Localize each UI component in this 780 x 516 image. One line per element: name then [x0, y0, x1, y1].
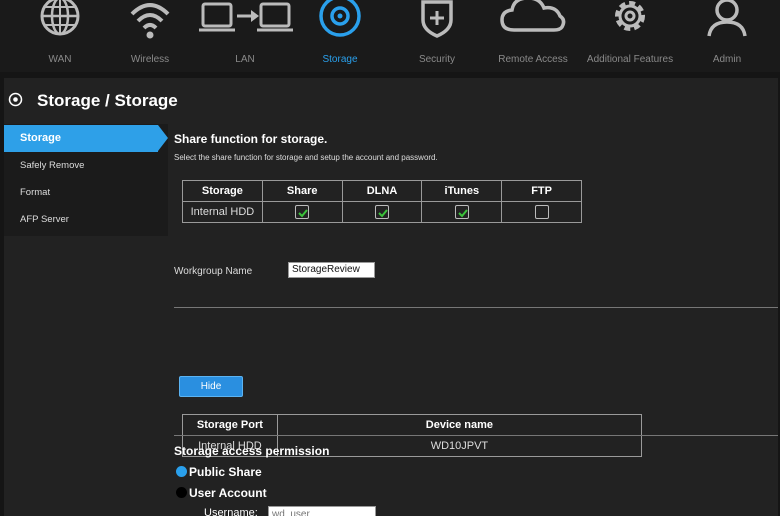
- nav-label: Security: [418, 54, 456, 65]
- nav-label: Storage: [322, 54, 358, 65]
- public-share-option[interactable]: Public Share: [176, 465, 262, 479]
- nav-item-lan[interactable]: LAN: [197, 0, 293, 72]
- dlna-checkbox[interactable]: [375, 205, 389, 219]
- ftp-checkbox[interactable]: [534, 205, 549, 219]
- nav-label: LAN: [235, 54, 255, 65]
- nav-label: WAN: [48, 54, 72, 65]
- column-header: Device name: [276, 414, 643, 436]
- storage-icon: [319, 0, 361, 37]
- share-table: Storage Share DLNA iTunes FTP Internal H…: [182, 180, 582, 223]
- share-heading: Share function for storage.: [174, 132, 328, 146]
- radio-selected-icon: [176, 466, 187, 477]
- workgroup-label: Workgroup Name: [174, 266, 253, 277]
- table-row: Internal HDD: [182, 201, 582, 223]
- ftp-cell: [501, 201, 582, 223]
- nav-label: Additional Features: [586, 54, 674, 65]
- shield-icon: [421, 0, 453, 38]
- share-cell: [261, 201, 343, 223]
- access-heading: Storage access permission: [174, 444, 330, 458]
- check-icon: [458, 209, 468, 218]
- table-header-row: Storage Port Device name: [182, 414, 643, 436]
- cloud-icon: [500, 0, 566, 32]
- page-header: Storage / Storage: [4, 78, 778, 124]
- itunes-cell: [421, 201, 503, 223]
- radio-unselected-icon: [176, 487, 187, 498]
- column-header: iTunes: [421, 180, 503, 202]
- side-item-afp-server[interactable]: AFP Server: [4, 206, 168, 233]
- side-item-safely-remove[interactable]: Safely Remove: [4, 152, 168, 179]
- hide-button[interactable]: Hide: [179, 376, 243, 397]
- page-title: Storage / Storage: [37, 91, 178, 110]
- username-input[interactable]: [268, 506, 376, 516]
- side-menu: Storage Safely Remove Format AFP Server: [4, 124, 168, 236]
- public-share-label: Public Share: [189, 465, 262, 479]
- share-checkbox[interactable]: [295, 205, 310, 219]
- nav-label: Wireless: [130, 54, 170, 65]
- check-icon: [298, 209, 308, 218]
- column-header: FTP: [501, 180, 582, 202]
- username-label: Username:: [204, 507, 258, 516]
- user-account-label: User Account: [189, 486, 267, 500]
- share-description: Select the share function for storage an…: [174, 153, 438, 162]
- storage-icon: [8, 92, 23, 107]
- globe-icon: [40, 0, 80, 36]
- gear-icon: [615, 1, 645, 31]
- itunes-checkbox[interactable]: [454, 205, 469, 219]
- top-navigation: WAN Wireless LAN Storage Security Remote…: [0, 0, 780, 72]
- main-panel: Storage / Storage Storage Safely Remove …: [4, 78, 778, 516]
- nav-item-wan[interactable]: WAN: [12, 0, 108, 72]
- divider: [174, 435, 778, 436]
- side-item-format[interactable]: Format: [4, 179, 168, 206]
- nav-item-security[interactable]: Security: [389, 0, 485, 72]
- table-header-row: Storage Share DLNA iTunes FTP: [182, 180, 582, 202]
- nav-item-wireless[interactable]: Wireless: [102, 0, 198, 72]
- lan-icon: [199, 2, 293, 32]
- side-item-storage[interactable]: Storage: [4, 125, 168, 152]
- column-header: Share: [261, 180, 343, 202]
- column-header: Storage: [182, 180, 263, 202]
- wifi-icon: [130, 3, 170, 39]
- nav-item-storage[interactable]: Storage: [292, 0, 388, 72]
- user-icon: [707, 0, 747, 37]
- check-icon: [378, 209, 388, 218]
- column-header: Storage Port: [182, 414, 278, 436]
- nav-item-remote-access[interactable]: Remote Access: [485, 0, 581, 72]
- nav-item-admin[interactable]: Admin: [679, 0, 775, 72]
- dlna-cell: [341, 201, 423, 223]
- storage-cell: Internal HDD: [182, 201, 263, 223]
- content-area: Share function for storage. Select the s…: [174, 124, 778, 516]
- workgroup-input[interactable]: StorageReview: [288, 262, 375, 278]
- device-name-cell: WD10JPVT: [276, 435, 643, 457]
- divider: [174, 307, 778, 308]
- nav-label: Admin: [712, 54, 742, 65]
- nav-item-additional-features[interactable]: Additional Features: [582, 0, 678, 72]
- column-header: DLNA: [341, 180, 423, 202]
- user-account-option[interactable]: User Account: [176, 486, 267, 500]
- nav-label: Remote Access: [498, 54, 568, 65]
